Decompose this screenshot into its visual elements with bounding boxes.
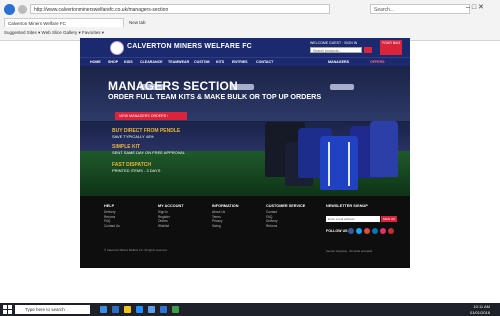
feature-sub: SAVE TYPICALLY 40% [112,134,154,139]
tab-calverton[interactable]: Calverton Miners Welfare FC [4,18,124,27]
newsletter-heading: NEWSLETTER SIGNUP [326,204,368,208]
file-explorer-icon[interactable] [124,306,131,313]
hero-title: MANAGERS SECTION [108,79,238,93]
twitter-icon[interactable] [356,228,362,234]
newsletter-email-input[interactable]: Enter email address [326,216,380,222]
hero-subtitle: ORDER FULL TEAM KITS & MAKE BULK OR TOP … [108,92,322,101]
address-row: http://www.calvertonminerswelfarefc.co.u… [0,3,500,17]
footer-heading: MY ACCOUNT [158,204,184,208]
footer-column: HELP Delivery Returns FAQ Contact Us [104,204,154,228]
nav-kits[interactable]: KITS [216,58,224,66]
favorites-bar[interactable]: Suggested Sites ▾ Web Slice Gallery ▾ Fa… [0,28,500,38]
nav-teamwear[interactable]: TEAMWEAR [168,58,189,66]
tab-new[interactable]: New tab [126,18,166,27]
forward-button[interactable] [18,5,27,14]
footer-link[interactable]: Returns [266,224,316,229]
nav-home[interactable]: HOME [90,58,101,66]
footer-heading: INFORMATION [212,204,239,208]
kit-jacket-image [320,136,358,190]
site-header: CALVERTON MINERS WELFARE FC WELCOME GUES… [80,38,410,57]
linkedin-icon[interactable] [372,228,378,234]
search-icon[interactable] [364,47,372,53]
footer-column: MY ACCOUNT Sign In Register Orders Wishl… [158,204,208,228]
taskbar-search-input[interactable]: Type here to search [15,305,90,314]
task-view-icon[interactable] [100,306,107,313]
clock-date: 01/01/2018 [469,309,490,315]
nav-clearance[interactable]: CLEARANCE [140,58,163,66]
footer-column: CUSTOMER SERVICE Contact FAQ Delivery Re… [266,204,316,228]
instagram-icon[interactable] [380,228,386,234]
browser-search-input[interactable]: Search... [370,4,470,14]
ie-icon[interactable] [136,306,143,313]
site-footer: HELP Delivery Returns FAQ Contact Us MY … [80,196,410,268]
app-icon[interactable] [172,306,179,313]
edge-icon[interactable] [112,306,119,313]
windows-start-icon[interactable] [3,305,12,314]
site-title[interactable]: CALVERTON MINERS WELFARE FC [127,43,252,50]
footer-link[interactable]: Wishlist [158,224,208,229]
feature-sub: SENT SAME DAY ON FREE APPROVAL [112,150,186,155]
footer-link[interactable]: Contact Us [104,224,154,229]
clock[interactable]: 10:11 AM 01/01/2018 [462,304,490,315]
browser-chrome: http://www.calvertonminerswelfarefc.co.u… [0,0,500,41]
nav-offers[interactable]: OFFERS [370,58,385,66]
back-button[interactable] [4,4,15,15]
nav-kids[interactable]: KIDS [124,58,133,66]
jacket-stripe [328,142,330,186]
address-bar[interactable]: http://www.calvertonminerswelfarefc.co.u… [30,4,330,14]
copyright-text: © Calverton Miners Welfare FC. All right… [104,248,168,252]
tab-strip: Calverton Miners Welfare FC New tab [0,18,500,27]
bag-button[interactable]: YOUR BAG [380,40,402,55]
footer-heading: CUSTOMER SERVICE [266,204,306,208]
payment-text: Secure shopping · All cards accepted [326,249,373,253]
kit-jacket-image [370,121,398,177]
managers-hero-banner[interactable]: MANAGERS SECTION ORDER FULL TEAM KITS & … [80,66,410,196]
google-plus-icon[interactable] [364,228,370,234]
youtube-icon[interactable] [388,228,394,234]
login-text[interactable]: WELCOME GUEST · SIGN IN [310,41,390,46]
mail-icon[interactable] [160,306,167,313]
footer-heading: HELP [104,204,115,208]
nav-shop[interactable]: SHOP [108,58,118,66]
club-crest-logo[interactable] [110,41,124,55]
nav-entries[interactable]: ENTRIES [232,58,248,66]
floodlight [330,84,354,90]
newsletter-signup-button[interactable]: SIGN UP [381,216,397,222]
store-icon[interactable] [148,306,155,313]
windows-taskbar: Type here to search 10:11 AM 01/01/2018 [0,303,500,316]
nav-managers[interactable]: MANAGERS [328,58,349,66]
feature-sub: PRINTED ITEMS - 3 DAYS [112,168,161,173]
nav-custom[interactable]: CUSTOM [194,58,210,66]
window-controls[interactable]: – □ ✕ [466,3,484,11]
footer-link[interactable]: Sizing [212,224,262,229]
facebook-icon[interactable] [348,228,354,234]
site-search-input[interactable]: Search products... [310,47,362,53]
main-nav: HOME SHOP KIDS CLEARANCE TEAMWEAR CUSTOM… [80,57,410,66]
jacket-stripe [348,142,350,186]
nav-contact[interactable]: CONTACT [256,58,273,66]
view-managers-orders-button[interactable]: VIEW MANAGERS ORDERS › [115,112,187,120]
footer-column: INFORMATION About Us Terms Privacy Sizin… [212,204,262,228]
follow-us-label: FOLLOW US [326,229,348,233]
